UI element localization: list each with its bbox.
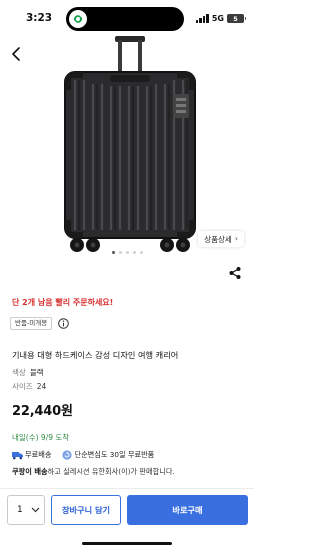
network-type: 5G (211, 14, 224, 23)
back-button[interactable] (4, 42, 28, 66)
return-policy-badge: 반품-미개봉 (10, 316, 53, 330)
seller-rest: 하고 실레시션 유한회사(이)가 판매합니다. (47, 467, 175, 476)
share-icon (229, 267, 241, 279)
option-value: 블랙 (29, 368, 44, 377)
option-key: 색상 (12, 368, 26, 377)
policy-row: 반품-미개봉 (10, 316, 69, 330)
option-key: 사이즈 (12, 382, 33, 391)
product-gallery[interactable]: 상품상세 › (0, 30, 254, 262)
product-detail-label: 상품상세 (204, 234, 232, 244)
gallery-pagination[interactable] (0, 251, 254, 254)
free-return-label: 단순변심도 30일 무료반품 (74, 450, 155, 459)
pagination-dot[interactable] (111, 251, 115, 254)
shipping-info: 무료배송 단순변심도 30일 무료반품 (12, 449, 154, 461)
chevron-left-icon (12, 47, 20, 61)
share-button[interactable] (226, 264, 244, 282)
chevron-down-icon (31, 507, 40, 513)
pagination-dot[interactable] (118, 251, 122, 254)
product-title: 기내용 대형 하드케이스 감성 디자인 여행 캐리어 (12, 350, 179, 360)
stock-alert: 단 2개 남음 빨리 주문하세요! (12, 298, 114, 307)
signal-icon (195, 14, 209, 23)
home-indicator (82, 542, 172, 545)
add-to-cart-button[interactable]: 장바구니 담기 (51, 495, 121, 525)
quantity-value: 1 (17, 505, 23, 515)
pagination-dot[interactable] (125, 251, 129, 254)
status-indicators: 5G 5 (195, 13, 246, 24)
chevron-right-icon: › (234, 234, 238, 243)
status-time: 3:23 (26, 12, 53, 24)
battery-icon: 5 (227, 14, 246, 23)
pagination-dot[interactable] (132, 251, 136, 254)
product-detail-button[interactable]: 상품상세 › (198, 231, 244, 247)
delivery-date: 내일(수) 9/9 도착 (12, 433, 70, 442)
battery-level: 5 (233, 14, 238, 23)
option-size: 사이즈 24 (12, 381, 46, 392)
free-shipping-label: 무료배송 (25, 450, 52, 459)
pagination-dot[interactable] (139, 251, 143, 254)
info-icon[interactable] (57, 317, 69, 329)
truck-icon (12, 451, 23, 459)
bottom-action-bar: 1 장바구니 담기 바로구매 (0, 488, 254, 550)
seller-strong: 쿠팡이 배송 (12, 467, 48, 476)
option-value: 24 (36, 382, 47, 391)
app-activity-icon (69, 10, 87, 28)
buy-now-button[interactable]: 바로구매 (127, 495, 248, 525)
seller-info: 쿠팡이 배송하고 실레시션 유한회사(이)가 판매합니다. (12, 467, 175, 477)
quantity-select[interactable]: 1 (7, 495, 45, 525)
option-color: 색상 블랙 (12, 367, 44, 378)
suitcase-image (64, 36, 196, 252)
return-icon (62, 450, 73, 460)
price: 22,440원 (12, 404, 73, 419)
dynamic-island (66, 7, 184, 31)
